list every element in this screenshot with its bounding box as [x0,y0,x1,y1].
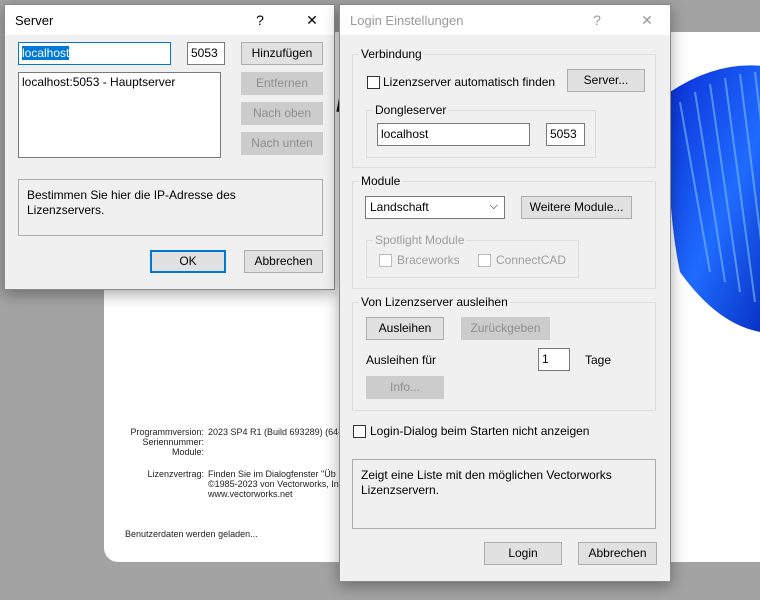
server-dialog-title: Server [15,13,54,28]
remove-server-button[interactable]: Entfernen [241,72,323,95]
login-button[interactable]: Login [484,542,562,565]
server-list[interactable]: localhost:5053 - Hauptserver [18,72,221,158]
server-port-input[interactable]: 5053 [187,42,225,65]
close-icon[interactable]: ✕ [632,9,662,31]
move-down-button[interactable]: Nach unten [241,132,323,155]
dongle-host-input[interactable]: localhost [377,123,530,146]
cancel-button[interactable]: Abbrechen [578,542,657,565]
program-version-value: 2023 SP4 R1 (Build 693289) (64- [208,427,342,437]
help-icon[interactable]: ? [245,9,275,31]
module-select[interactable]: Landschaft ⌵ [365,196,505,219]
connection-group: Verbindung Lizenzserver automatisch find… [352,47,656,168]
login-settings-dialog: Login Einstellungen ? ✕ Verbindung Lizen… [339,4,671,582]
server-list-item[interactable]: localhost:5053 - Hauptserver [19,73,220,91]
no-show-checkbox[interactable] [353,425,366,438]
days-unit-label: Tage [585,353,612,367]
braceworks-label[interactable]: Braceworks [397,253,460,267]
server-host-value: localhost [22,46,70,60]
borrow-button[interactable]: Ausleihen [366,317,444,340]
modules-group-label: Module [359,174,403,188]
spotlight-modules-group: Spotlight Module Braceworks ConnectCAD [366,233,579,278]
borrow-days-input[interactable]: 1 [538,348,570,371]
login-titlebar: Login Einstellungen ? ✕ [340,5,670,35]
return-button[interactable]: Zurückgeben [461,317,550,340]
no-show-label[interactable]: Login-Dialog beim Starten nicht anzeigen [370,424,589,438]
help-icon[interactable]: ? [582,9,612,31]
close-icon[interactable]: ✕ [297,9,327,31]
borrow-for-label: Ausleihen für [366,353,437,367]
cancel-button[interactable]: Abbrechen [244,250,323,273]
server-hint-box: Bestimmen Sie hier die IP-Adresse des Li… [18,179,323,236]
server-dialog: Server ? ✕ localhost 5053 Hinzufügen loc… [4,4,335,290]
borrow-group: Von Lizenzserver ausleihen Ausleihen Zur… [352,295,656,411]
info-button[interactable]: Info... [366,376,444,399]
splash-status: Benutzerdaten werden geladen... [125,529,258,539]
website-link[interactable]: www.vectorworks.net [208,489,293,499]
auto-find-checkbox[interactable] [367,76,380,89]
connectcad-checkbox[interactable] [478,254,491,267]
dongle-port-input[interactable]: 5053 [546,123,585,146]
license-line-1: Finden Sie im Dialogfenster "Üb [208,469,336,479]
license-line-2: ©1985-2023 von Vectorworks, In [208,479,339,489]
license-agreement-label: Lizenzvertrag: [147,469,204,479]
modules-group: Module Landschaft ⌵ Weitere Module... Sp… [352,174,656,289]
spotlight-modules-label: Spotlight Module [373,233,467,247]
description-box: Zeigt eine Liste mit den möglichen Vecto… [352,459,656,529]
more-modules-button[interactable]: Weitere Module... [521,196,632,219]
program-version-label: Programmversion: [130,427,204,437]
splash-artwork [670,32,760,562]
ok-button[interactable]: OK [150,250,226,273]
borrow-group-label: Von Lizenzserver ausleihen [359,295,510,309]
connectcad-label[interactable]: ConnectCAD [496,253,566,267]
add-server-button[interactable]: Hinzufügen [241,42,323,65]
server-titlebar: Server ? ✕ [5,5,334,35]
auto-find-label[interactable]: Lizenzserver automatisch finden [383,75,555,89]
server-button[interactable]: Server... [567,69,645,92]
dongle-server-label: Dongleserver [373,103,449,117]
move-up-button[interactable]: Nach oben [241,102,323,125]
braceworks-checkbox[interactable] [379,254,392,267]
serial-number-label: Seriennummer: [142,437,204,447]
module-select-value: Landschaft [370,200,429,214]
chevron-down-icon: ⌵ [489,200,498,212]
server-host-input[interactable]: localhost [18,42,171,65]
blue-ribbon-art [670,65,760,332]
modules-label: Module: [171,447,204,457]
connection-group-label: Verbindung [359,47,424,61]
login-dialog-title: Login Einstellungen [350,13,464,28]
dongle-server-group: Dongleserver localhost 5053 [366,103,596,158]
